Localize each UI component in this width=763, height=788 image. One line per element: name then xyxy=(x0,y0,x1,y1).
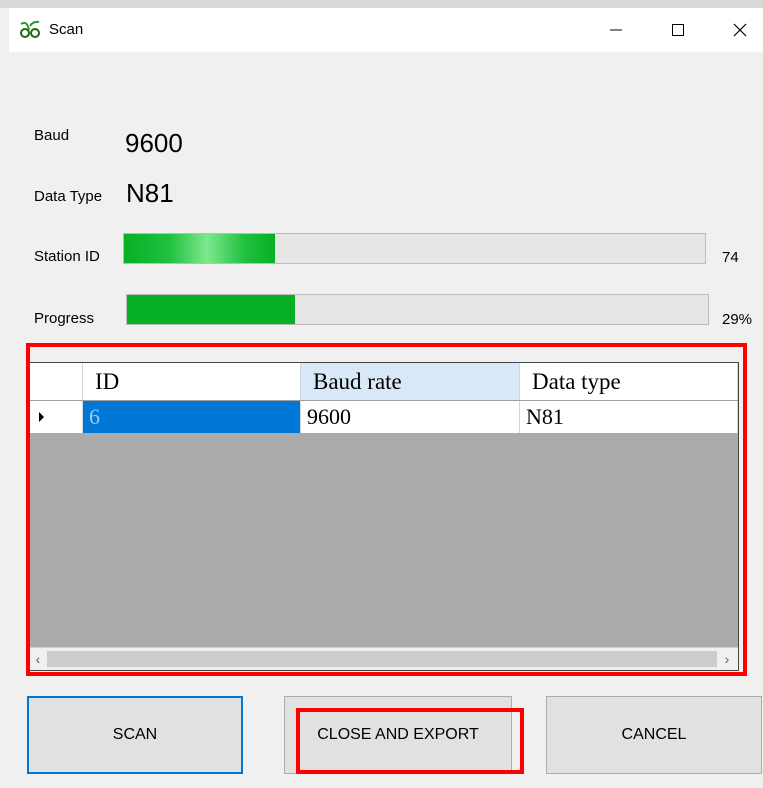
progress-bar xyxy=(126,294,709,325)
progress-bar-fill xyxy=(127,295,296,324)
scan-button[interactable]: SCAN xyxy=(27,696,243,774)
progress-percent: 29% xyxy=(722,311,753,328)
close-icon xyxy=(733,23,747,37)
cancel-button[interactable]: CANCEL xyxy=(546,696,762,774)
baud-label: Baud xyxy=(34,127,70,144)
title-bar: Scan xyxy=(9,8,763,52)
highlight-box-export xyxy=(296,708,524,774)
baud-value: 9600 xyxy=(125,128,183,158)
app-logo-icon xyxy=(19,20,41,40)
background-strip xyxy=(0,0,763,8)
station-id-value: 74 xyxy=(722,249,739,266)
station-id-label: Station ID xyxy=(34,248,100,265)
station-id-bar-fill xyxy=(124,234,276,263)
window-title: Scan xyxy=(49,21,84,38)
data-type-label: Data Type xyxy=(34,188,103,205)
station-id-bar xyxy=(123,233,706,264)
close-button[interactable] xyxy=(717,14,763,46)
maximize-button[interactable] xyxy=(655,14,701,46)
highlight-box-grid xyxy=(26,343,747,676)
data-type-value: N81 xyxy=(126,178,174,208)
progress-label: Progress xyxy=(34,310,95,327)
minimize-button[interactable] xyxy=(593,14,639,46)
minimize-icon xyxy=(610,29,622,31)
maximize-icon xyxy=(672,24,684,36)
